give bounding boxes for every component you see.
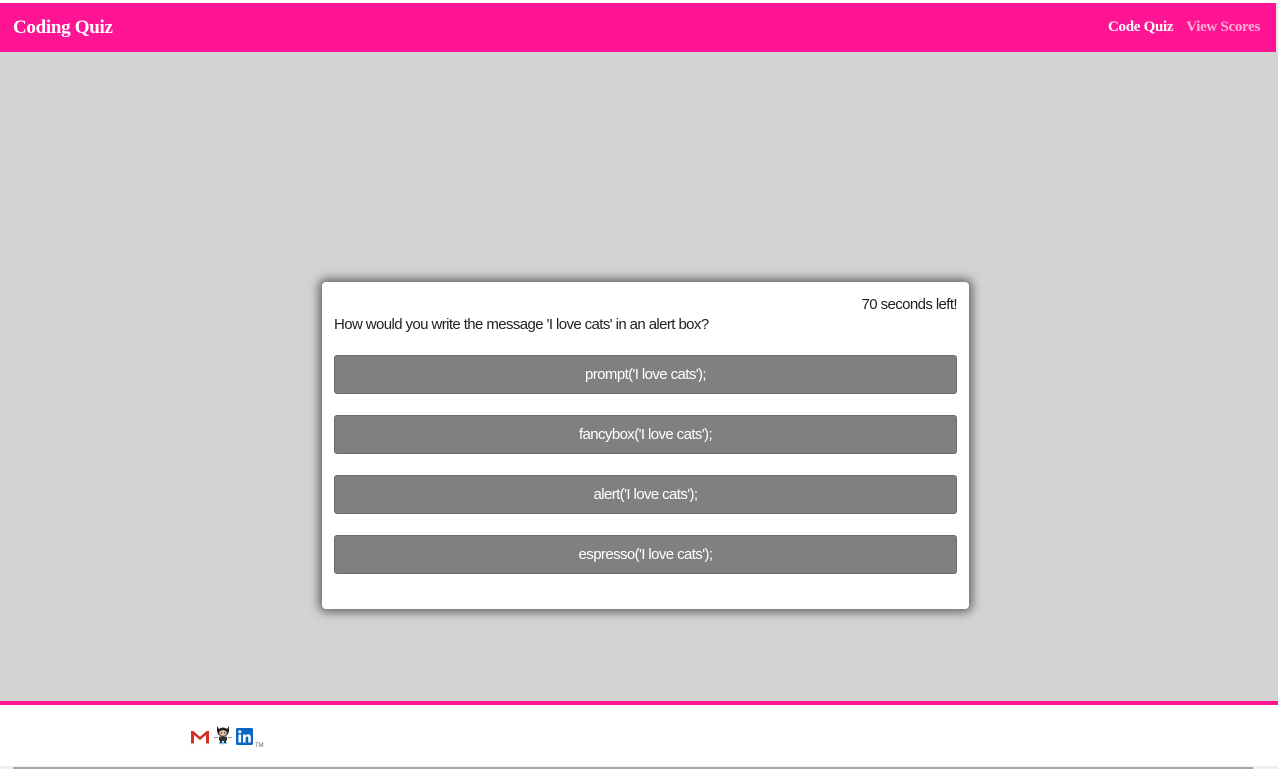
- nav-links: Code Quiz View Scores: [1108, 19, 1260, 36]
- linkedin-link[interactable]: [236, 728, 253, 750]
- gmail-icon: [190, 729, 210, 745]
- trademark-label: TM: [255, 743, 264, 749]
- linkedin-icon: [236, 728, 253, 745]
- quiz-card: 70 seconds left! How would you write the…: [322, 282, 969, 609]
- answer-list: prompt('I love cats'); fancybox('I love …: [334, 355, 957, 574]
- brand-title[interactable]: Coding Quiz: [13, 17, 113, 39]
- gmail-link[interactable]: [190, 729, 210, 750]
- nav-link-code-quiz[interactable]: Code Quiz: [1108, 19, 1174, 36]
- nav-link-view-scores[interactable]: View Scores: [1186, 19, 1260, 36]
- question-text: How would you write the message 'I love …: [334, 316, 709, 333]
- answer-button[interactable]: alert('I love cats');: [334, 475, 957, 514]
- navbar: Coding Quiz Code Quiz View Scores: [0, 3, 1276, 52]
- footer: TM: [0, 705, 1278, 766]
- main-area: 70 seconds left! How would you write the…: [0, 52, 1278, 701]
- answer-button[interactable]: prompt('I love cats');: [334, 355, 957, 394]
- github-link[interactable]: [214, 723, 232, 750]
- social-links: TM: [190, 723, 264, 750]
- answer-button[interactable]: espresso('I love cats');: [334, 535, 957, 574]
- github-octocat-icon: [214, 726, 232, 745]
- answer-button[interactable]: fancybox('I love cats');: [334, 415, 957, 454]
- timer-text: 70 seconds left!: [861, 296, 958, 313]
